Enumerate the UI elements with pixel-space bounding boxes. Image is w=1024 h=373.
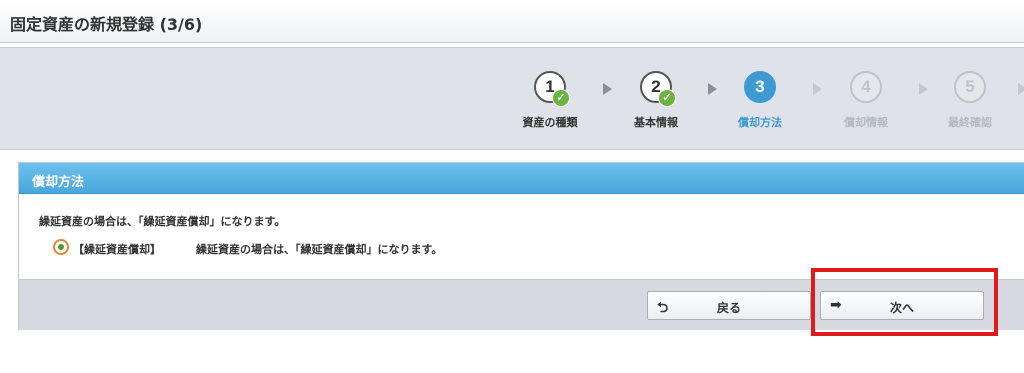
next-button-highlight [811, 268, 998, 336]
step-arrow-icon [919, 83, 928, 95]
step-5: 5 最終確認 [934, 71, 1006, 130]
option-description: 繰延資産の場合は、「繰延資産償却」になります。 [196, 243, 443, 256]
step-1: 1 ✓ 資産の種類 [514, 71, 586, 130]
step-3-circle: 3 [744, 71, 776, 103]
check-icon: ✓ [552, 89, 570, 107]
step-5-circle: 5 [954, 71, 986, 103]
step-1-circle: 1 ✓ [534, 71, 570, 107]
step-4-circle: 4 [850, 71, 882, 103]
step-2: 2 ✓ 基本情報 [620, 71, 692, 130]
step-4: 4 償却情報 [830, 71, 902, 130]
title-bar: 固定資産の新規登録 (3/6) [0, 0, 1024, 43]
step-5-number: 5 [965, 77, 975, 96]
step-arrow-icon [708, 83, 717, 95]
step-5-label: 最終確認 [948, 116, 992, 129]
page-title: 固定資産の新規登録 (3/6) [10, 15, 203, 34]
step-2-label: 基本情報 [634, 116, 678, 129]
step-4-number: 4 [861, 77, 871, 96]
panel-description: 繰延資産の場合は、「繰延資産償却」になります。 [39, 215, 286, 228]
radio-selected-dot [58, 244, 64, 250]
step-3: 3 償却方法 [724, 71, 796, 130]
step-3-number: 3 [755, 77, 765, 96]
back-button-label: 戻る [716, 301, 741, 315]
step-3-label: 償却方法 [738, 116, 782, 129]
panel-header: 償却方法 [19, 163, 1024, 194]
step-arrow-icon [603, 83, 612, 95]
step-2-circle: 2 ✓ [640, 71, 676, 107]
step-1-label: 資産の種類 [522, 116, 578, 129]
radio-button[interactable] [53, 239, 69, 255]
check-icon: ✓ [658, 89, 676, 107]
step-indicator: 1 ✓ 資産の種類 2 ✓ 基本情報 3 償却方法 4 償却情報 5 最終確認 [0, 47, 1024, 150]
step-arrow-icon [813, 83, 822, 95]
back-button[interactable]: ⮌ 戻る [647, 291, 811, 320]
step-4-label: 償却情報 [844, 116, 888, 129]
panel-title: 償却方法 [32, 175, 85, 190]
option-label[interactable]: 【繰延資産償却】 [73, 241, 161, 257]
step-arrow-icon [1018, 83, 1024, 95]
